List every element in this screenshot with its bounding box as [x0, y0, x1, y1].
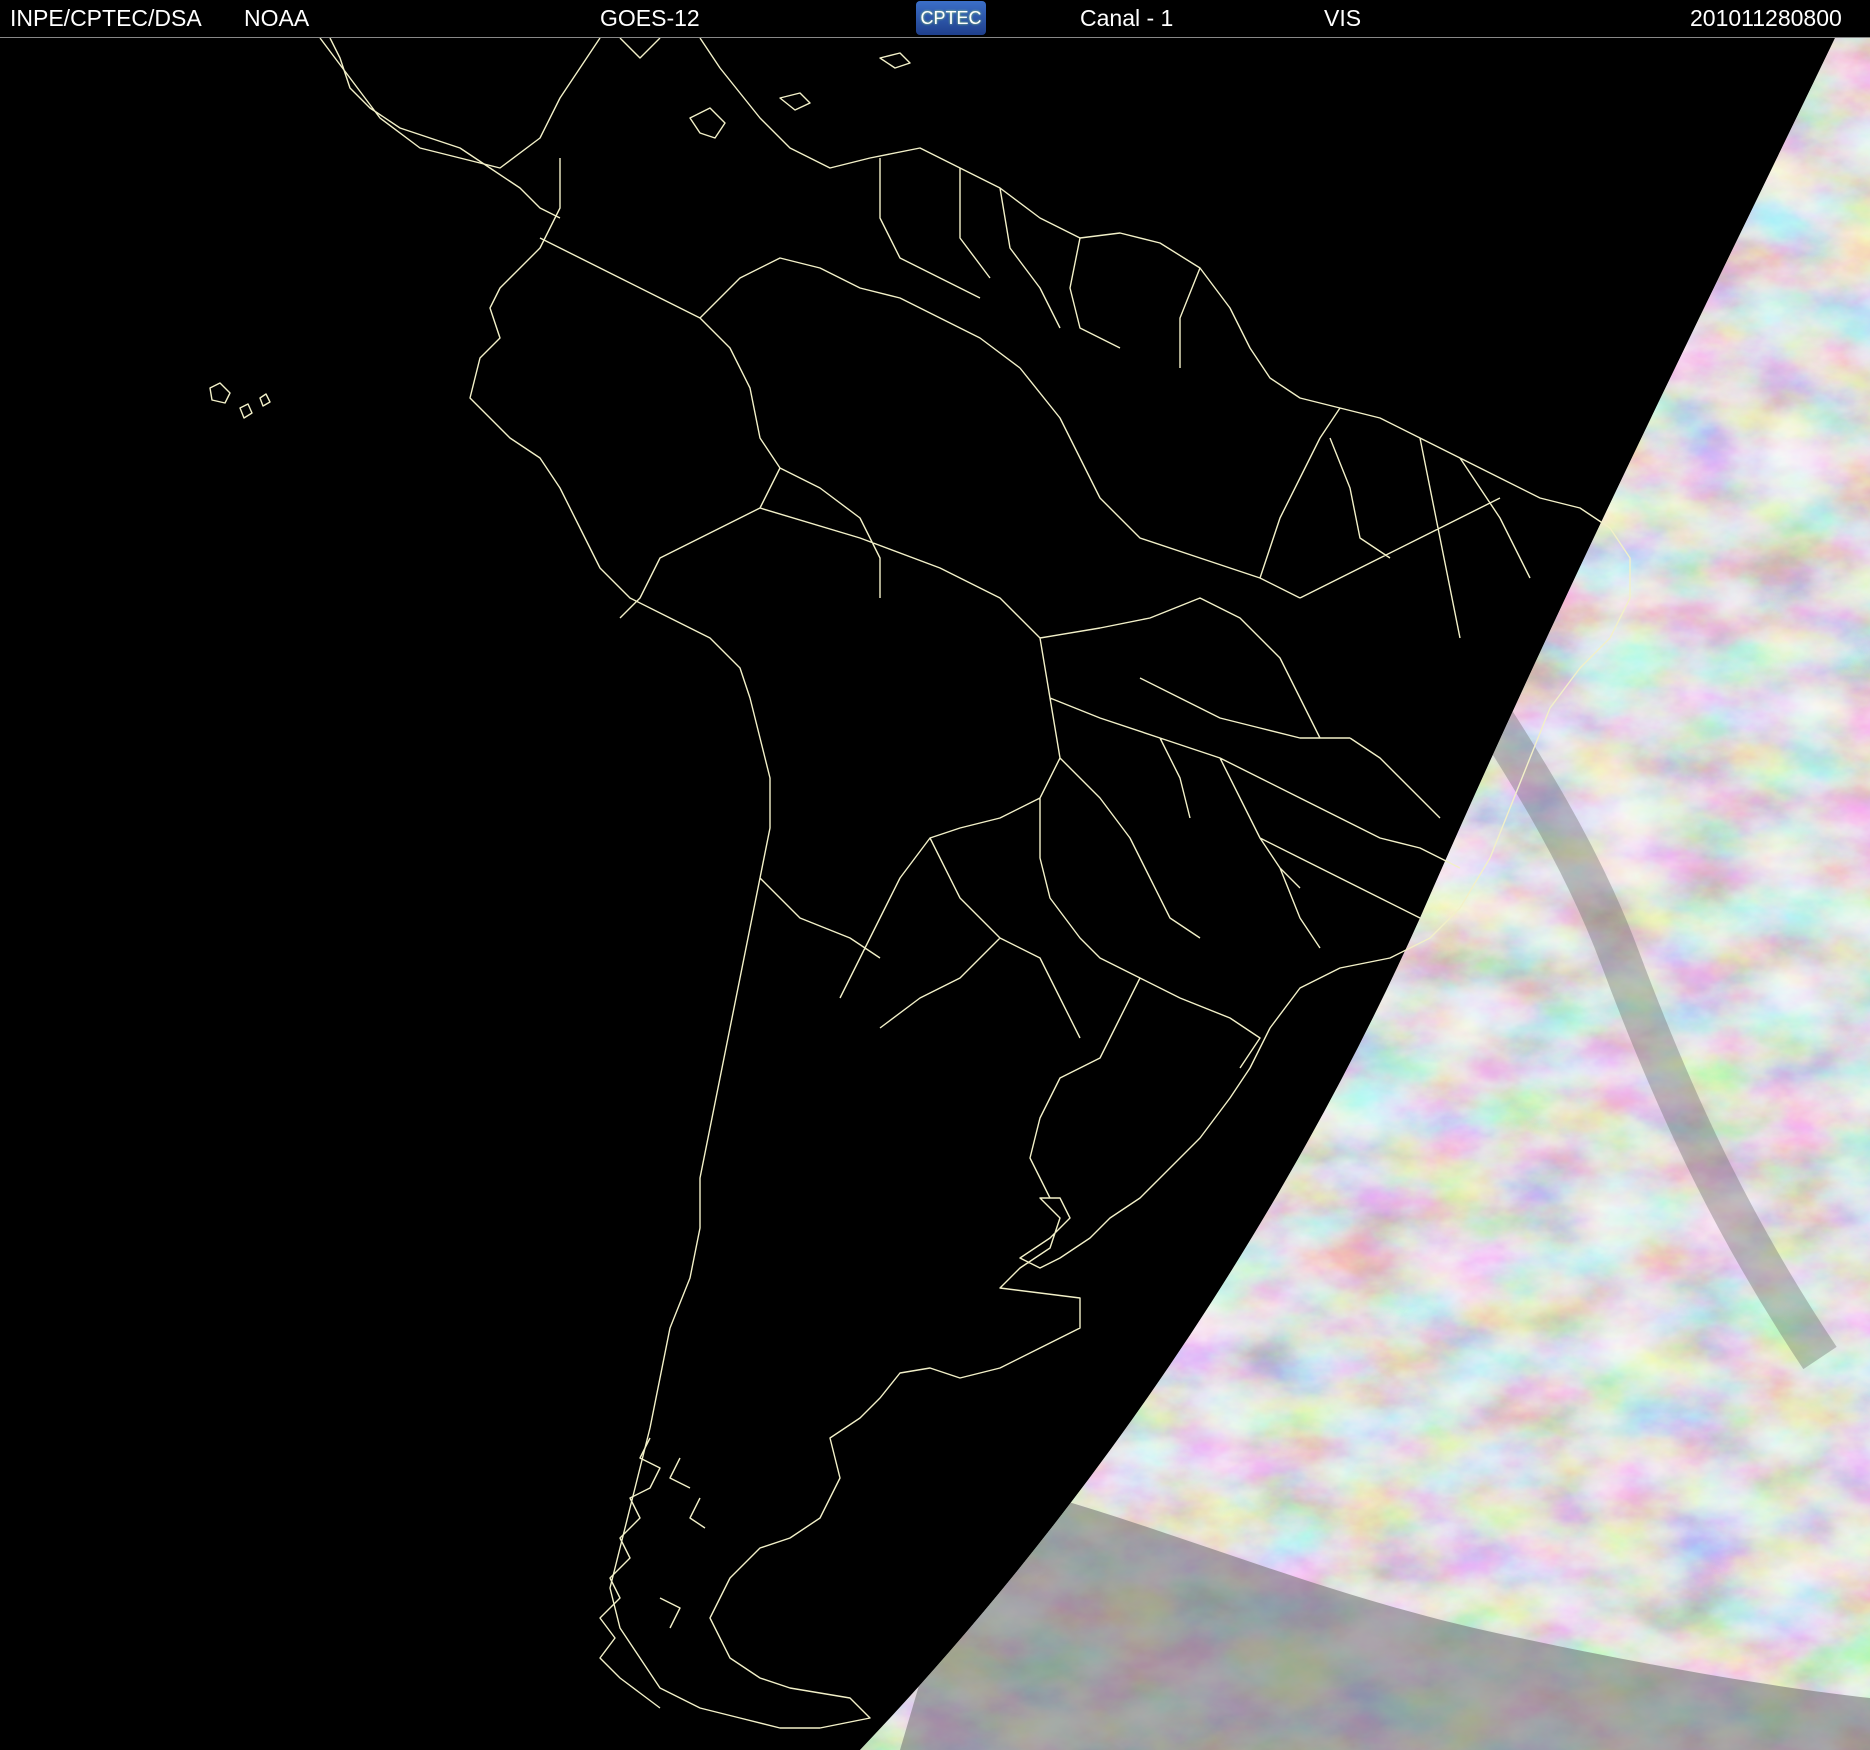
agency-label: NOAA — [244, 5, 310, 31]
band-label: VIS — [1324, 5, 1362, 31]
timestamp-label: 201011280800 — [1690, 5, 1842, 31]
institution-label: INPE/CPTEC/DSA — [10, 5, 202, 31]
satellite-image — [0, 38, 1870, 1750]
satellite-label: GOES-12 — [600, 5, 700, 31]
satellite-map-svg — [0, 38, 1870, 1750]
image-header-bar: INPE/CPTEC/DSA NOAA GOES-12 CPTEC Canal … — [0, 0, 1870, 38]
channel-label: Canal - 1 — [1080, 5, 1174, 31]
cptec-logo: CPTEC — [916, 1, 986, 35]
cptec-logo-text: CPTEC — [920, 8, 982, 28]
